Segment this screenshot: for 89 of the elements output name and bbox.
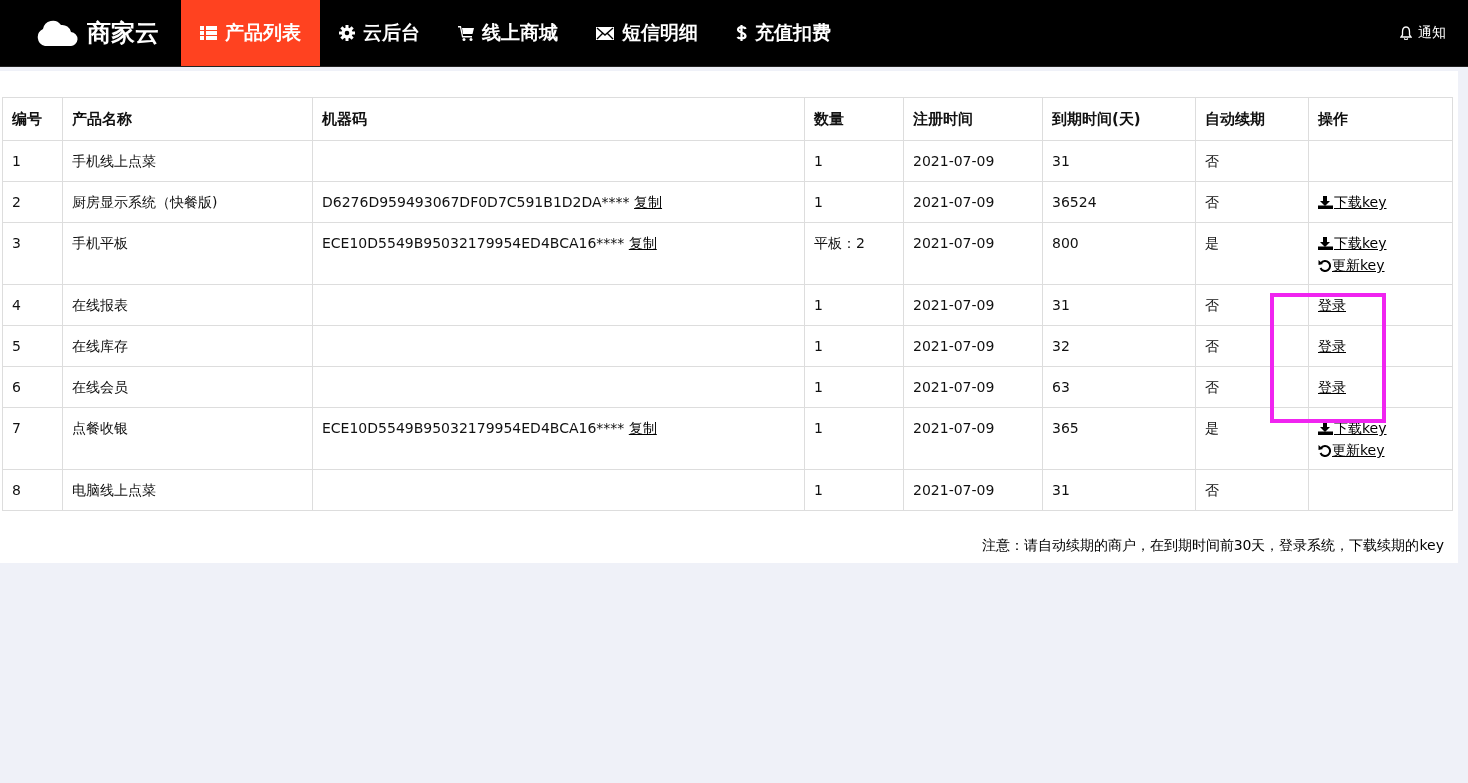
table-cell: 2021-07-09	[903, 407, 1043, 470]
column-header: 自动续期	[1195, 97, 1309, 141]
download-icon	[1318, 195, 1333, 209]
refresh-icon	[1318, 443, 1331, 457]
gear-icon	[339, 25, 355, 41]
login-link[interactable]: 登录	[1318, 294, 1346, 316]
table-cell: 1	[804, 181, 904, 223]
table-cell: 否	[1195, 469, 1309, 511]
cloud-icon	[35, 20, 79, 46]
table-cell: 否	[1195, 366, 1309, 408]
column-header: 机器码	[312, 97, 805, 141]
list-icon	[200, 26, 217, 40]
table-cell: 点餐收银	[62, 407, 313, 470]
table-cell: 1	[804, 366, 904, 408]
nav-tab[interactable]: 线上商城	[439, 0, 577, 66]
refresh-icon	[1318, 258, 1331, 272]
table-cell: 4	[2, 284, 63, 326]
table-cell: 7	[2, 407, 63, 470]
table-cell: 3	[2, 222, 63, 285]
table-cell: 5	[2, 325, 63, 367]
table-cell: 2021-07-09	[903, 284, 1043, 326]
machine-code: D6276D959493067DF0D7C591B1D2DA****	[322, 194, 630, 210]
table-cell: 厨房显示系统（快餐版)	[62, 181, 313, 223]
table-cell: 1	[804, 140, 904, 182]
machine-code: ECE10D5549B95032179954ED4BCA16****	[322, 420, 625, 436]
table-cell: 在线库存	[62, 325, 313, 367]
update-key-link[interactable]: 更新key	[1332, 254, 1385, 276]
table-cell: 36524	[1042, 181, 1196, 223]
machine-code: ECE10D5549B95032179954ED4BCA16****	[322, 235, 625, 251]
bell-icon	[1400, 26, 1412, 40]
table-cell: 2	[2, 181, 63, 223]
table-cell: 是	[1195, 222, 1309, 285]
table-cell: 否	[1195, 181, 1309, 223]
table-cell: 1	[804, 325, 904, 367]
table-cell: 平板：2	[804, 222, 904, 285]
table-cell: 是	[1195, 407, 1309, 470]
login-link[interactable]: 登录	[1318, 376, 1346, 398]
table-cell: 电脑线上点菜	[62, 469, 313, 511]
table-cell: 32	[1042, 325, 1196, 367]
copy-link[interactable]: 复制	[628, 235, 657, 251]
table-cell: 手机平板	[62, 222, 313, 285]
download-icon	[1318, 236, 1333, 250]
table-cell: 否	[1195, 325, 1309, 367]
table-cell: 2021-07-09	[903, 366, 1043, 408]
copy-link[interactable]: 复制	[628, 420, 657, 436]
table-cell: 在线会员	[62, 366, 313, 408]
nav-tab[interactable]: 短信明细	[577, 0, 717, 66]
table-cell: 2021-07-09	[903, 181, 1043, 223]
cart-icon	[458, 25, 474, 41]
table-cell: 6	[2, 366, 63, 408]
table-cell: 在线报表	[62, 284, 313, 326]
envelope-icon	[596, 26, 614, 40]
nav-tab[interactable]: 云后台	[320, 0, 439, 66]
table-cell: 2021-07-09	[903, 222, 1043, 285]
table-cell: 2021-07-09	[903, 469, 1043, 511]
table-cell: 800	[1042, 222, 1196, 285]
column-header: 数量	[804, 97, 904, 141]
table-cell: 2021-07-09	[903, 140, 1043, 182]
brand-name: 商家云	[87, 18, 159, 49]
notification-link[interactable]: 通知	[1378, 0, 1468, 66]
table-cell: 31	[1042, 284, 1196, 326]
update-key-link[interactable]: 更新key	[1332, 439, 1385, 461]
table-cell: 1	[2, 140, 63, 182]
column-header: 注册时间	[903, 97, 1043, 141]
table-cell: 365	[1042, 407, 1196, 470]
table-cell: 否	[1195, 140, 1309, 182]
nav-tab[interactable]: 充值扣费	[717, 0, 850, 66]
table-cell: 2021-07-09	[903, 325, 1043, 367]
dollar-icon	[736, 24, 747, 42]
table-cell: 1	[804, 469, 904, 511]
download-key-link[interactable]: 下载key	[1334, 191, 1387, 213]
table-cell: 手机线上点菜	[62, 140, 313, 182]
download-key-link[interactable]: 下载key	[1334, 232, 1387, 254]
download-key-link[interactable]: 下载key	[1334, 417, 1387, 439]
table-cell: 31	[1042, 140, 1196, 182]
column-header: 产品名称	[62, 97, 313, 141]
login-link[interactable]: 登录	[1318, 335, 1346, 357]
table-cell: 否	[1195, 284, 1309, 326]
table-cell: 1	[804, 284, 904, 326]
table-cell: 63	[1042, 366, 1196, 408]
table-cell: 8	[2, 469, 63, 511]
column-header: 编号	[2, 97, 63, 141]
table-cell: 1	[804, 407, 904, 470]
column-header: 操作	[1308, 97, 1453, 141]
copy-link[interactable]: 复制	[634, 194, 663, 210]
column-header: 到期时间(天)	[1042, 97, 1196, 141]
download-icon	[1318, 421, 1333, 435]
table-cell: 31	[1042, 469, 1196, 511]
notice-text: 注意：请自动续期的商户，在到期时间前30天，登录系统，下载续期的key	[980, 537, 1444, 555]
